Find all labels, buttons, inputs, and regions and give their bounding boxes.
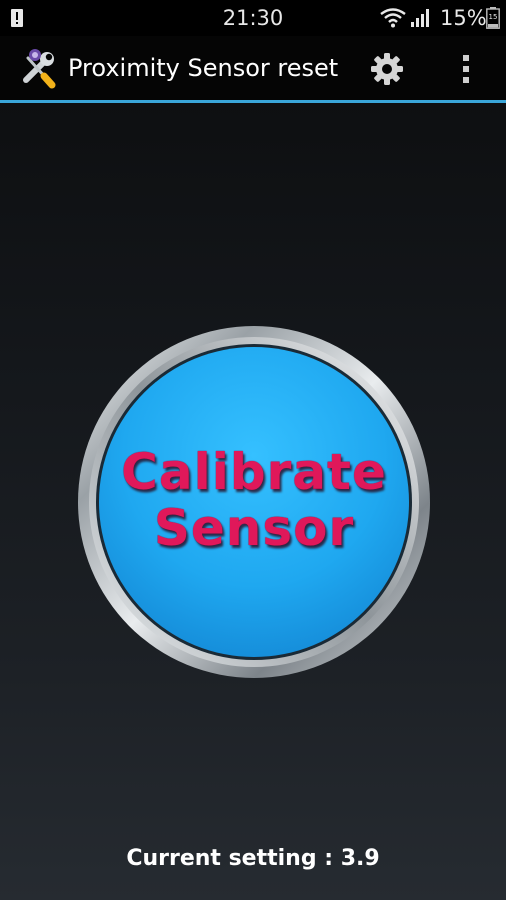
calibrate-button-graphic: [78, 326, 430, 678]
settings-button[interactable]: [370, 52, 404, 86]
action-bar-divider: [0, 100, 506, 103]
battery-level-text: 15: [489, 13, 498, 21]
battery-icon: 15: [486, 7, 500, 29]
overflow-menu-icon: [463, 55, 469, 83]
app-title: Proximity Sensor reset: [68, 54, 339, 82]
screen: 21:30 15% 15 Proximity Sensor reset Cali…: [0, 0, 506, 900]
overflow-menu-button[interactable]: [456, 52, 476, 86]
signal-icon: [411, 9, 429, 27]
current-setting-text: Current setting : 3.9: [126, 846, 380, 871]
action-bar: Proximity Sensor reset: [0, 36, 506, 100]
battery-percent: 15%: [440, 6, 487, 30]
wifi-icon: [380, 8, 406, 28]
app-tools-icon: [23, 49, 56, 89]
calibrate-sensor-button[interactable]: Calibrate Sensor: [76, 324, 432, 680]
status-bar: 21:30 15% 15: [0, 0, 506, 36]
